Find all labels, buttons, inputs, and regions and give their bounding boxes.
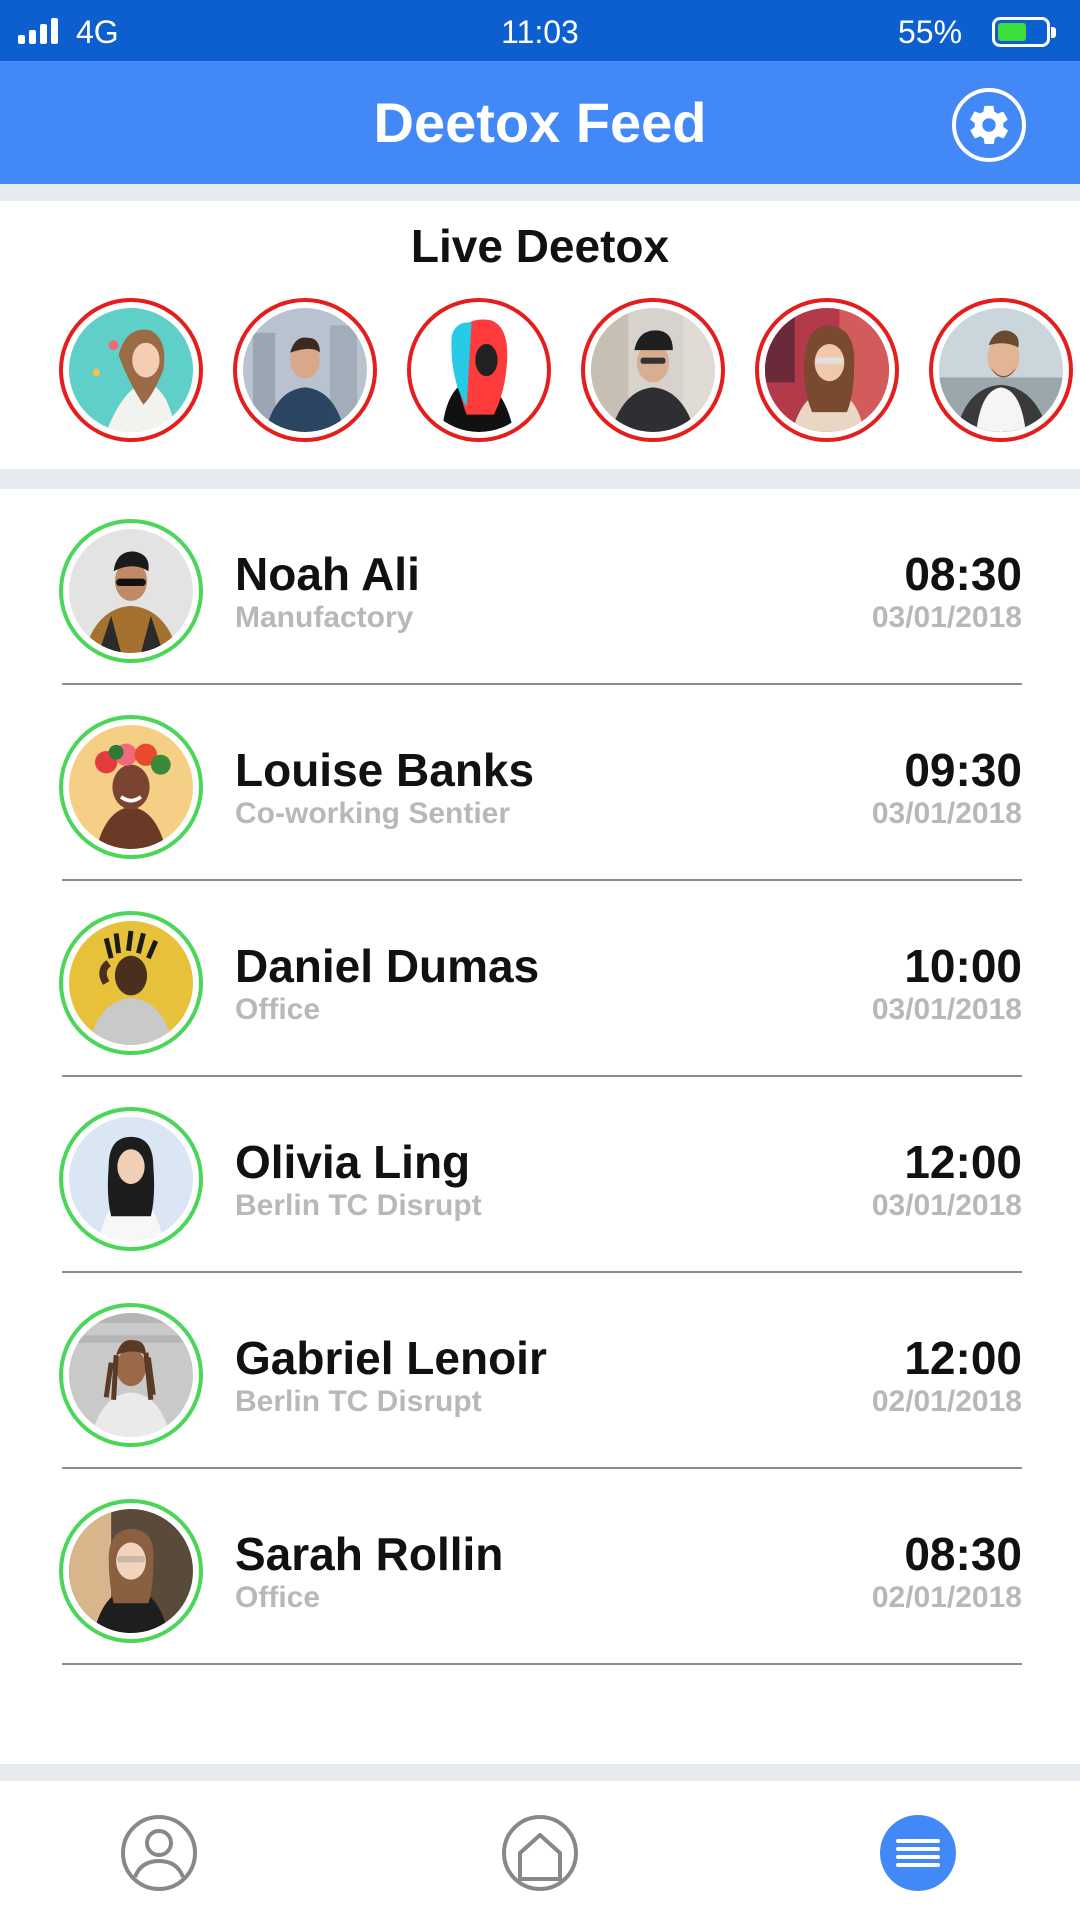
time-label: 10:00 — [904, 940, 1022, 992]
live-avatar[interactable] — [59, 298, 203, 442]
nav-menu-button[interactable] — [878, 1813, 958, 1893]
settings-button[interactable] — [952, 88, 1026, 162]
battery-icon — [992, 17, 1056, 47]
feed-list: Noah Ali Manufactory 08:30 03/01/2018 Lo… — [0, 489, 1080, 1764]
feed-item[interactable]: Olivia Ling Berlin TC Disrupt 12:00 03/0… — [0, 1077, 1080, 1273]
feed-item[interactable]: Sarah Rollin Office 08:30 02/01/2018 — [0, 1469, 1080, 1665]
live-avatar[interactable] — [929, 298, 1073, 442]
person-name: Sarah Rollin — [235, 1528, 504, 1580]
status-bar: 4G 11:03 55% — [0, 0, 1080, 61]
date-label: 03/01/2018 — [871, 797, 1022, 830]
menu-icon — [880, 1815, 956, 1891]
live-avatar[interactable] — [407, 298, 551, 442]
section-divider — [0, 469, 1080, 489]
profile-icon — [121, 1815, 197, 1891]
time-label: 12:00 — [904, 1136, 1022, 1188]
location-label: Berlin TC Disrupt — [235, 1189, 482, 1222]
home-icon — [502, 1815, 578, 1891]
time-label: 08:30 — [904, 548, 1022, 600]
avatar-photo — [69, 1313, 193, 1437]
avatar-photo — [69, 725, 193, 849]
avatar — [59, 1107, 203, 1251]
location-label: Office — [235, 1581, 321, 1614]
live-avatar[interactable] — [755, 298, 899, 442]
date-label: 03/01/2018 — [871, 993, 1022, 1026]
time-label: 12:00 — [904, 1332, 1022, 1384]
avatar — [59, 1499, 203, 1643]
person-name: Olivia Ling — [235, 1136, 471, 1188]
gear-icon — [970, 105, 1008, 144]
date-label: 03/01/2018 — [871, 601, 1022, 634]
nav-profile-button[interactable] — [119, 1813, 199, 1893]
location-label: Manufactory — [235, 601, 414, 634]
avatar-photo — [939, 308, 1063, 432]
page-title: Deetox Feed — [373, 91, 707, 154]
live-avatar[interactable] — [233, 298, 377, 442]
avatar-photo — [591, 308, 715, 432]
nav-home-button[interactable] — [500, 1813, 580, 1893]
time-label: 09:30 — [904, 744, 1022, 796]
feed-item[interactable]: Daniel Dumas Office 10:00 03/01/2018 — [0, 881, 1080, 1077]
date-label: 02/01/2018 — [871, 1385, 1022, 1418]
date-label: 03/01/2018 — [871, 1189, 1022, 1222]
avatar-photo — [243, 308, 367, 432]
person-name: Louise Banks — [235, 744, 535, 796]
avatar-photo — [417, 308, 541, 432]
avatar — [59, 519, 203, 663]
section-divider — [0, 1764, 1080, 1781]
section-title: Live Deetox — [410, 220, 670, 272]
person-name: Daniel Dumas — [235, 940, 540, 992]
location-label: Office — [235, 993, 321, 1026]
avatar — [59, 1303, 203, 1447]
avatar-photo — [69, 529, 193, 653]
live-avatar[interactable] — [581, 298, 725, 442]
avatar-photo — [69, 1117, 193, 1241]
time-label: 08:30 — [904, 1528, 1022, 1580]
battery-percentage: 55% — [898, 14, 963, 50]
row-divider — [62, 1663, 1022, 1665]
avatar-photo — [69, 921, 193, 1045]
section-divider — [0, 184, 1080, 201]
app-header: Deetox Feed — [0, 61, 1080, 184]
feed-item[interactable]: Gabriel Lenoir Berlin TC Disrupt 12:00 0… — [0, 1273, 1080, 1469]
person-name: Gabriel Lenoir — [235, 1332, 547, 1384]
feed-item[interactable]: Noah Ali Manufactory 08:30 03/01/2018 — [0, 489, 1080, 685]
avatar — [59, 911, 203, 1055]
avatar-photo — [765, 308, 889, 432]
avatar-photo — [69, 1509, 193, 1633]
avatar-photo — [69, 308, 193, 432]
bottom-nav — [0, 1781, 1080, 1922]
feed-item[interactable]: Louise Banks Co-working Sentier 09:30 03… — [0, 685, 1080, 881]
location-label: Berlin TC Disrupt — [235, 1385, 482, 1418]
avatar — [59, 715, 203, 859]
date-label: 02/01/2018 — [871, 1581, 1022, 1614]
person-name: Noah Ali — [235, 548, 420, 600]
live-deetox-section: Live Deetox — [0, 201, 1080, 469]
location-label: Co-working Sentier — [235, 797, 511, 830]
